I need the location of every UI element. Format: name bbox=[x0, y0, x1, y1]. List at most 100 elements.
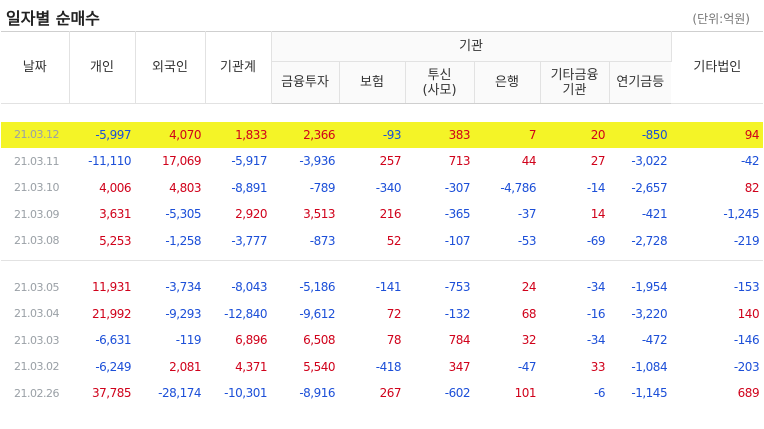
row-date: 21.02.26 bbox=[14, 386, 59, 400]
cell-individual: 4,006 bbox=[99, 180, 131, 195]
table-row: 21.03.10 4,006 4,803 -8,891 -789 -340 -307 -4,7… bbox=[1, 175, 763, 202]
cell-inst-total: -8,891 bbox=[231, 180, 267, 195]
row-date: 21.03.02 bbox=[14, 360, 59, 374]
cell-insurance: 52 bbox=[386, 233, 402, 248]
table-row: 21.03.02 -6,249 2,081 4,371 5,540 -418 347 -47 3… bbox=[1, 354, 763, 381]
cell-bank: -37 bbox=[517, 207, 537, 222]
cell-individual: -5,997 bbox=[69, 121, 135, 148]
cell-inst-total: 1,833 bbox=[205, 121, 271, 148]
cell-other-fin: 14 bbox=[590, 207, 606, 222]
header-pension: 연기금등 bbox=[609, 61, 672, 104]
row-date: 21.03.10 bbox=[14, 181, 59, 195]
row-date: 21.03.08 bbox=[14, 234, 59, 248]
cell-bank: -47 bbox=[517, 359, 537, 374]
cell-insurance: 216 bbox=[379, 207, 402, 222]
header-trust: 투신 (사모) bbox=[405, 61, 475, 104]
cell-pension: -2,657 bbox=[631, 180, 668, 195]
cell-individual: 3,631 bbox=[99, 207, 131, 222]
cell-individual: 11,931 bbox=[92, 280, 132, 295]
cell-insurance: 78 bbox=[386, 333, 402, 348]
cell-foreign: -5,305 bbox=[165, 207, 201, 222]
cell-pension: -850 bbox=[609, 121, 672, 148]
cell-trust: 347 bbox=[448, 359, 471, 374]
cell-inst-total: -3,777 bbox=[231, 233, 267, 248]
cell-individual: 37,785 bbox=[92, 386, 132, 401]
cell-financial-invest: 3,513 bbox=[303, 207, 335, 222]
header-bank: 은행 bbox=[474, 61, 541, 104]
cell-insurance: -93 bbox=[339, 121, 405, 148]
cell-financial-invest: -8,916 bbox=[299, 386, 335, 401]
cell-trust: -753 bbox=[444, 280, 471, 295]
cell-bank: 7 bbox=[474, 121, 540, 148]
cell-trust: -602 bbox=[444, 386, 471, 401]
cell-foreign: -1,258 bbox=[165, 233, 201, 248]
cell-insurance: -418 bbox=[375, 359, 402, 374]
table-row: 21.03.11 -11,110 17,069 -5,917 -3,936 257 713 4… bbox=[1, 148, 763, 175]
cell-bank: 44 bbox=[521, 154, 537, 169]
cell-bank: -4,786 bbox=[500, 180, 536, 195]
header-other-financial-line2: 기관 bbox=[562, 82, 587, 98]
cell-insurance: 267 bbox=[379, 386, 402, 401]
cell-foreign: 4,070 bbox=[135, 121, 205, 148]
cell-foreign: -3,734 bbox=[165, 280, 201, 295]
cell-inst-total: 2,920 bbox=[235, 207, 267, 222]
cell-other-corp: -146 bbox=[733, 333, 760, 348]
table-row: 21.03.09 3,631 -5,305 2,920 3,513 216 -365 -37 1… bbox=[1, 201, 763, 228]
header-institution-total: 기관계 bbox=[205, 31, 272, 104]
cell-other-fin: 33 bbox=[590, 359, 606, 374]
row-date: 21.03.04 bbox=[14, 307, 59, 321]
cell-bank: -53 bbox=[517, 233, 537, 248]
cell-pension: -472 bbox=[641, 333, 668, 348]
cell-pension: -1,084 bbox=[631, 359, 668, 374]
cell-bank: 32 bbox=[521, 333, 537, 348]
cell-insurance: -141 bbox=[375, 280, 402, 295]
unit-label: (단위:억원) bbox=[692, 12, 750, 26]
header-trust-line1: 투신 bbox=[427, 67, 452, 83]
cell-individual: -6,631 bbox=[95, 333, 131, 348]
table-body: 21.03.12 -5,997 4,070 1,833 2,366 -93 383 7 20 -8… bbox=[1, 104, 764, 407]
cell-inst-total: -5,917 bbox=[231, 154, 267, 169]
cell-individual: 5,253 bbox=[99, 233, 131, 248]
cell-foreign: -9,293 bbox=[165, 306, 201, 321]
header-individual: 개인 bbox=[69, 31, 136, 104]
cell-inst-total: 4,371 bbox=[235, 359, 267, 374]
cell-foreign: -119 bbox=[175, 333, 202, 348]
cell-other-corp: 82 bbox=[744, 180, 760, 195]
cell-other-corp: -153 bbox=[733, 280, 760, 295]
cell-other-fin: -69 bbox=[586, 233, 606, 248]
cell-financial-invest: 6,508 bbox=[303, 333, 335, 348]
cell-foreign: 4,803 bbox=[169, 180, 201, 195]
cell-pension: -3,022 bbox=[631, 154, 668, 169]
cell-trust: -107 bbox=[444, 233, 471, 248]
header-date: 날짜 bbox=[1, 31, 70, 104]
cell-bank: 68 bbox=[521, 306, 537, 321]
cell-trust: 383 bbox=[405, 121, 474, 148]
page-title: 일자별 순매수 bbox=[6, 9, 100, 28]
row-date: 21.03.05 bbox=[14, 280, 59, 294]
row-date: 21.03.12 bbox=[1, 121, 69, 148]
cell-financial-invest: -873 bbox=[309, 233, 336, 248]
header-insurance: 보험 bbox=[339, 61, 406, 104]
cell-financial-invest: -9,612 bbox=[299, 306, 335, 321]
header-institution-group: 기관 bbox=[271, 31, 672, 62]
cell-pension: -421 bbox=[641, 207, 668, 222]
cell-other-corp: -219 bbox=[733, 233, 760, 248]
row-date: 21.03.03 bbox=[14, 333, 59, 347]
cell-foreign: 17,069 bbox=[162, 154, 202, 169]
cell-pension: -2,728 bbox=[631, 233, 668, 248]
cell-other-fin: 27 bbox=[590, 154, 606, 169]
cell-other-corp: 94 bbox=[671, 121, 764, 148]
table-row: 21.03.04 21,992 -9,293 -12,840 -9,612 72 -132 6… bbox=[1, 301, 763, 328]
cell-trust: -132 bbox=[444, 306, 471, 321]
table-row: 21.02.26 37,785 -28,174 -10,301 -8,916 267 -60… bbox=[1, 380, 763, 407]
cell-trust: -365 bbox=[444, 207, 471, 222]
header-other-financial-line1: 기타금융 bbox=[550, 67, 599, 83]
cell-financial-invest: 2,366 bbox=[271, 121, 339, 148]
cell-financial-invest: 5,540 bbox=[303, 359, 335, 374]
cell-other-corp: 140 bbox=[737, 306, 760, 321]
cell-pension: -1,145 bbox=[631, 386, 668, 401]
table-row: 21.03.08 5,253 -1,258 -3,777 -873 52 -107 -53 -6… bbox=[1, 228, 763, 255]
spacer-row bbox=[1, 260, 763, 274]
cell-foreign: -28,174 bbox=[158, 386, 201, 401]
cell-other-fin: -34 bbox=[586, 333, 606, 348]
